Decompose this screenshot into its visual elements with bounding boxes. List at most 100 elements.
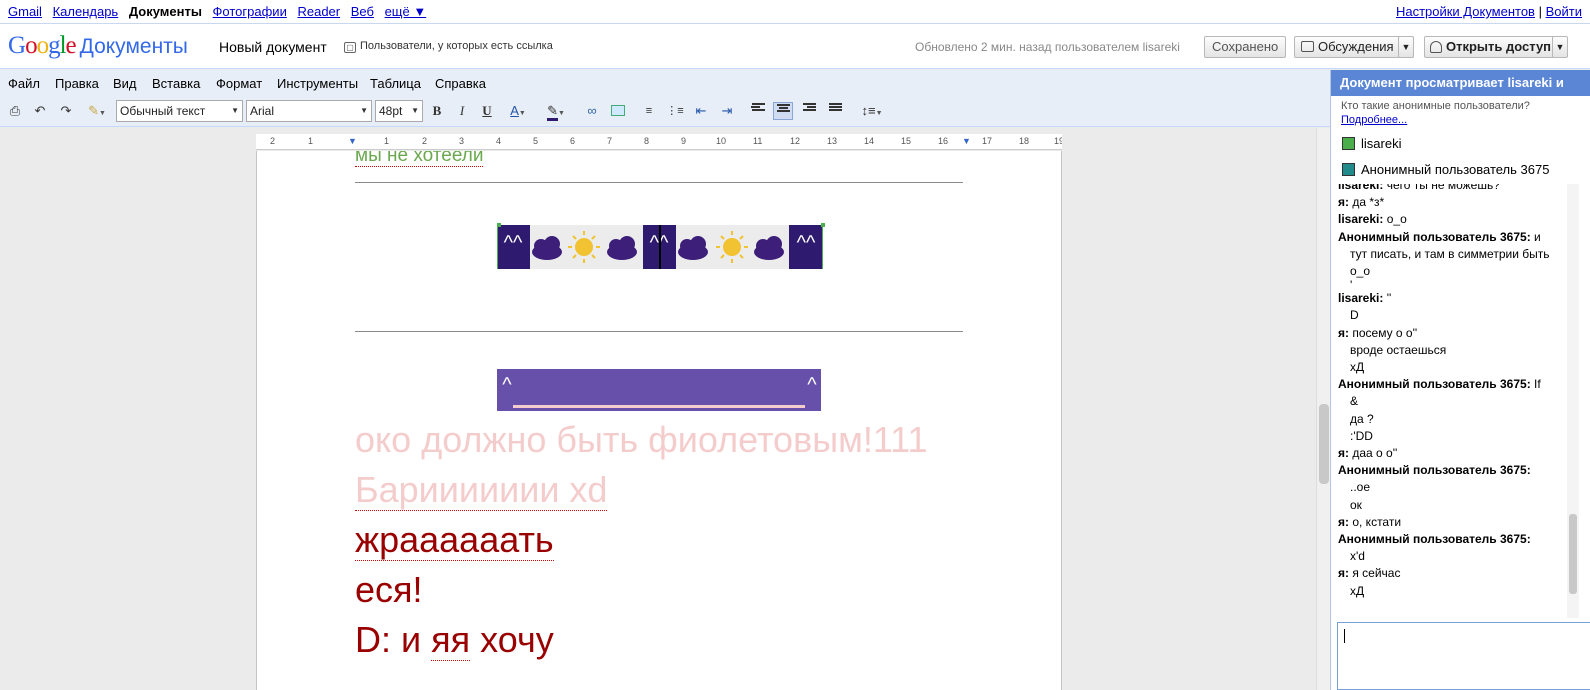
nav-web[interactable]: Веб [351, 4, 374, 19]
line-spacing-button[interactable]: ↕≡▼ [857, 102, 887, 120]
share-status[interactable]: ▢ Пользователи, у которых есть ссылка [344, 40, 553, 53]
ruler-tick: 2 [422, 136, 428, 146]
ruler-tick: 3 [459, 136, 465, 146]
bold-button[interactable]: B [427, 102, 447, 120]
doc-line-2[interactable]: Бариииииии xd [355, 469, 608, 511]
logo-letter: g [48, 32, 60, 59]
sign-in-link[interactable]: Войти [1546, 4, 1582, 19]
paragraph-style-select[interactable]: Обычный текст ▼ [116, 100, 243, 122]
viewer-name: Анонимный пользователь 3675 [1361, 162, 1550, 177]
viewer-name: lisareki [1361, 136, 1402, 151]
google-top-nav: Gmail Календарь Документы Фотографии Rea… [0, 0, 1590, 24]
text-color-button[interactable]: A▼ [503, 102, 533, 120]
scrollbar-thumb[interactable] [1569, 514, 1577, 594]
chat-sender: я: [1338, 446, 1349, 461]
chat-message: Анонимный пользователь 3675: If & да ?:'DD [1331, 376, 1577, 445]
emoji-banner-1[interactable]: ^^ ^^ ^^ [497, 221, 827, 273]
caret-text: ^^ [797, 232, 816, 254]
underline-button[interactable]: U [477, 102, 497, 120]
link-icon[interactable]: ∞ [582, 102, 602, 120]
nav-more[interactable]: ещё ▼ [385, 4, 427, 19]
chat-message: lisareki: о_о [1331, 211, 1577, 228]
banner-underline [513, 405, 805, 408]
person-icon [1430, 41, 1442, 53]
menu-view[interactable]: Вид [113, 76, 137, 91]
doc-line-0[interactable]: мы не хотеели [355, 151, 484, 167]
print-icon[interactable]: ⎙ [5, 102, 25, 120]
user-color-swatch [1342, 163, 1355, 176]
top-nav-right: Настройки Документов | Войти [1396, 4, 1582, 19]
user-color-swatch [1342, 137, 1355, 150]
nav-separator: | [1538, 4, 1542, 19]
nav-reader[interactable]: Reader [297, 4, 340, 19]
nav-documents[interactable]: Документы [129, 4, 202, 19]
chat-message: Анонимный пользователь 3675: x'd [1331, 531, 1577, 565]
doc-line-1[interactable]: око должно быть фиолетовым!111 [355, 419, 928, 461]
justify-icon[interactable] [825, 102, 845, 120]
share-button[interactable]: Открыть доступ [1424, 36, 1554, 58]
horizontal-ruler[interactable]: 2 1 ▼ 1 2 3 4 5 6 7 8 9 10 11 12 13 14 1… [256, 134, 1062, 150]
italic-button[interactable]: I [452, 102, 472, 120]
align-right-icon[interactable] [799, 102, 819, 120]
redo-icon[interactable]: ↷ [56, 102, 76, 120]
doc-line-3[interactable]: жраааааать [355, 519, 554, 561]
document-page[interactable]: мы не хотеели ^^ ^^ ^ ^ око должно быть … [256, 151, 1062, 690]
chevron-down-icon: ▼ [1401, 42, 1411, 52]
menu-table[interactable]: Таблица [370, 76, 421, 91]
chat-log[interactable]: lisareki: чего ты не можешь? я: да *з* l… [1331, 184, 1577, 618]
font-family-select[interactable]: Arial ▼ [246, 100, 372, 122]
chat-sender: lisareki: [1338, 212, 1384, 227]
scrollbar-thumb[interactable] [1319, 404, 1329, 484]
ruler-tick: 1 [384, 136, 390, 146]
saved-button[interactable]: Сохранено [1204, 36, 1287, 58]
numbered-list-icon[interactable]: ≡ [639, 102, 659, 120]
ruler-tick: 8 [644, 136, 650, 146]
menu-insert[interactable]: Вставка [152, 76, 200, 91]
insert-image-icon[interactable] [608, 102, 628, 120]
bulleted-list-icon[interactable]: ⋮≡ [665, 102, 685, 120]
document-title[interactable]: Новый документ [219, 39, 327, 55]
menu-file[interactable]: Файл [8, 76, 40, 91]
chat-text: хД [1350, 583, 1365, 598]
ruler-tick: 14 [864, 136, 875, 146]
highlight-color-button[interactable]: ✎▼ [541, 102, 571, 121]
chat-text: чего ты не можешь? [1386, 184, 1500, 192]
emoji-banner-2[interactable]: ^ ^ [497, 369, 822, 413]
google-docs-logo[interactable]: Google Документы [8, 32, 188, 60]
chat-text: о_о [1350, 264, 1371, 279]
docs-settings-link[interactable]: Настройки Документов [1396, 4, 1535, 19]
decrease-indent-icon[interactable]: ⇤ [691, 102, 711, 120]
nav-photos[interactable]: Фотографии [213, 4, 287, 19]
ruler-tick: 17 [982, 136, 993, 146]
learn-more-link[interactable]: Подробнее... [1341, 114, 1407, 126]
align-left-icon[interactable] [748, 102, 768, 120]
font-size-select[interactable]: 48pt ▼ [375, 100, 423, 122]
increase-indent-icon[interactable]: ⇥ [717, 102, 737, 120]
chat-sender: Анонимный пользователь 3675: [1338, 229, 1531, 244]
menu-tools[interactable]: Инструменты [277, 76, 358, 91]
logo-letter: o [25, 32, 37, 59]
chat-text: и [1534, 229, 1541, 244]
doc-line-4[interactable]: еся! [355, 569, 423, 611]
undo-icon[interactable]: ↶ [30, 102, 50, 120]
chat-scrollbar[interactable] [1567, 184, 1579, 618]
logo-letter: o [36, 32, 49, 59]
chat-input[interactable] [1337, 622, 1590, 690]
share-dropdown[interactable]: ▼ [1552, 36, 1568, 58]
align-center-icon[interactable] [773, 102, 793, 120]
nav-gmail[interactable]: Gmail [8, 4, 42, 19]
document-scrollbar[interactable] [1316, 128, 1330, 690]
doc-line-5[interactable]: D: и яя хочу [355, 619, 554, 661]
left-indent-marker[interactable]: ▼ [348, 136, 357, 146]
right-indent-marker[interactable]: ▼ [962, 136, 971, 146]
chat-text: посему о о'' [1352, 325, 1418, 340]
chat-sender: Анонимный пользователь 3675: [1338, 532, 1531, 547]
menu-edit[interactable]: Правка [55, 76, 99, 91]
paint-format-icon[interactable]: ✎▼ [83, 102, 111, 120]
viewer-item: lisareki [1342, 136, 1401, 151]
discussions-button[interactable]: Обсуждения [1294, 36, 1414, 58]
menu-help[interactable]: Справка [435, 76, 486, 91]
menu-format[interactable]: Формат [216, 76, 262, 91]
nav-calendar[interactable]: Календарь [53, 4, 119, 19]
discussions-dropdown[interactable]: ▼ [1398, 36, 1414, 58]
